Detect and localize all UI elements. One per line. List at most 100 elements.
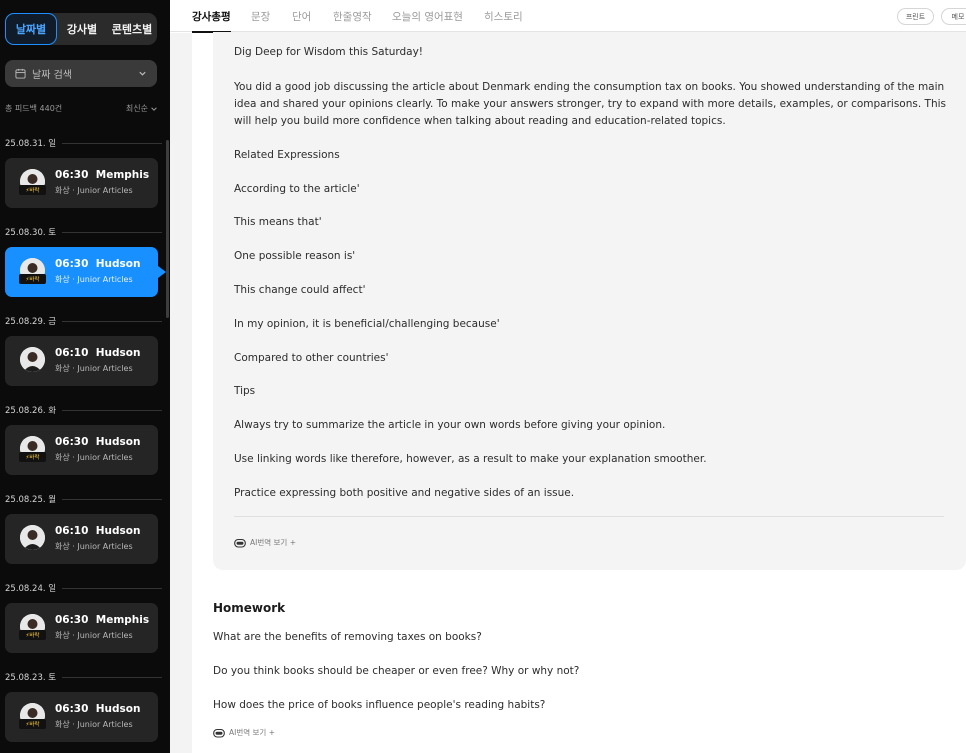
tab-todays-expression[interactable]: 오늘의 영어표현	[392, 9, 463, 24]
ai-robot-icon	[213, 728, 225, 738]
date-label: 25.08.25. 월	[5, 495, 57, 505]
content-gutter	[170, 33, 192, 753]
lesson-time: 06:30	[55, 258, 89, 270]
lesson-time-tutor: 06:30 Hudson	[55, 258, 140, 270]
date-search-dropdown[interactable]: 날짜 검색	[5, 60, 157, 87]
divider	[62, 587, 162, 589]
calendar-icon	[15, 68, 26, 79]
ai-robot-icon	[234, 538, 246, 548]
feedback-expression: This change could affect'	[234, 284, 366, 296]
date-separator: 25.08.30. 토	[5, 226, 162, 238]
lesson-time: 06:10	[55, 525, 89, 537]
lesson-badge: ⚡바락	[19, 274, 46, 284]
date-separator: 25.08.25. 월	[5, 493, 162, 505]
lesson-time: 06:30	[55, 169, 89, 181]
sort-dropdown[interactable]: 최신순	[126, 103, 158, 114]
date-separator: 25.08.23. 토	[5, 671, 162, 683]
feedback-expression: According to the article'	[234, 183, 360, 195]
lesson-subtitle: 화상 · Junior Articles	[55, 453, 133, 462]
app: 날짜별 강사별 콘텐츠별 날짜 검색 총 피드백 440건 최신순 25.08.…	[0, 0, 966, 753]
feedback-tip: Use linking words like therefore, howeve…	[234, 453, 707, 465]
lesson-badge: ⚡바락	[19, 719, 46, 729]
divider	[62, 231, 162, 233]
chevron-down-icon	[151, 106, 157, 111]
memo-button[interactable]: 메모	[941, 8, 966, 25]
date-label: 25.08.31. 일	[5, 139, 57, 149]
sort-label: 최신순	[125, 104, 148, 113]
date-label: 25.08.30. 토	[5, 228, 57, 238]
feedback-ai-translate-button[interactable]: AI번역 보기 +	[234, 537, 296, 548]
tutor-name: Memphis	[95, 614, 150, 626]
lesson-card[interactable]: ⚡바락 06:30 Memphis 화상 · Junior Articles	[5, 158, 158, 208]
feedback-section-heading: Tips	[234, 385, 256, 397]
lesson-card[interactable]: 06:10 Hudson 화상 · Junior Articles	[5, 514, 158, 564]
divider	[62, 409, 162, 411]
lesson-card[interactable]: ⚡바락 06:30 Memphis 화상 · Junior Articles	[5, 603, 158, 653]
tab-by-date[interactable]: 날짜별	[5, 13, 57, 45]
tutor-name: Memphis	[95, 169, 150, 181]
date-separator: 25.08.29. 금	[5, 315, 162, 327]
date-search-label: 날짜 검색	[32, 70, 72, 81]
lesson-time-tutor: 06:30 Hudson	[55, 703, 140, 715]
divider	[234, 516, 944, 517]
lesson-time-tutor: 06:30 Memphis	[55, 614, 149, 626]
sidebar: 날짜별 강사별 콘텐츠별 날짜 검색 총 피드백 440건 최신순 25.08.…	[0, 0, 170, 753]
ai-translate-label: AI번역 보기 +	[250, 538, 296, 547]
lesson-time: 06:30	[55, 614, 89, 626]
tutor-name: Hudson	[95, 347, 141, 359]
sidebar-scrollbar[interactable]	[166, 140, 169, 318]
feedback-tip: Always try to summarize the article in y…	[234, 419, 666, 431]
tab-by-content[interactable]: 콘텐츠별	[107, 13, 157, 45]
lesson-time: 06:30	[55, 703, 89, 715]
tab-words[interactable]: 단어	[292, 9, 311, 24]
date-label: 25.08.24. 일	[5, 584, 57, 594]
feedback-expression: One possible reason is'	[234, 250, 356, 262]
feedback-total: 총 피드백 440건	[5, 104, 63, 113]
top-nav: 강사총평 문장 단어 한줄영작 오늘의 영어표현 히스토리 프린트 메모	[170, 0, 966, 33]
tab-by-tutor[interactable]: 강사별	[57, 13, 107, 45]
feedback-headline: Dig Deep for Wisdom this Saturday!	[234, 46, 424, 58]
lesson-card[interactable]: 06:10 Hudson 화상 · Junior Articles	[5, 336, 158, 386]
homework-title: Homework	[213, 601, 286, 615]
avatar	[20, 347, 45, 372]
tutor-name: Hudson	[95, 258, 141, 270]
print-button[interactable]: 프린트	[897, 8, 934, 25]
feedback-tip: Practice expressing both positive and ne…	[234, 487, 575, 499]
lesson-time: 06:30	[55, 436, 89, 448]
divider	[62, 676, 162, 678]
tab-sentences[interactable]: 문장	[251, 9, 270, 24]
lesson-time-tutor: 06:10 Hudson	[55, 525, 140, 537]
lesson-subtitle: 화상 · Junior Articles	[55, 631, 133, 640]
tab-tutor-review[interactable]: 강사총평	[192, 9, 231, 33]
ai-translate-label: AI번역 보기 +	[229, 728, 275, 737]
tab-history[interactable]: 히스토리	[484, 9, 523, 24]
view-mode-tabs: 날짜별 강사별 콘텐츠별	[5, 13, 157, 45]
lesson-time: 06:10	[55, 347, 89, 359]
feedback-count-row: 총 피드백 440건 최신순	[5, 103, 158, 114]
date-label: 25.08.23. 토	[5, 673, 57, 683]
date-label: 25.08.29. 금	[5, 317, 57, 327]
lesson-card[interactable]: ⚡바락 06:30 Hudson 화상 · Junior Articles	[5, 692, 158, 742]
chevron-down-icon	[138, 69, 147, 78]
homework-ai-translate-button[interactable]: AI번역 보기 +	[213, 727, 275, 738]
feedback-summary: You did a good job discussing the articl…	[234, 81, 946, 127]
date-label: 25.08.26. 화	[5, 406, 57, 416]
divider	[62, 320, 162, 322]
tutor-name: Hudson	[95, 703, 141, 715]
feedback-expression: This means that'	[234, 216, 322, 228]
lesson-subtitle: 화상 · Junior Articles	[55, 275, 133, 284]
lesson-badge: ⚡바락	[19, 630, 46, 640]
lesson-card[interactable]: ⚡바락 06:30 Hudson 화상 · Junior Articles	[5, 247, 166, 297]
lesson-time-tutor: 06:30 Hudson	[55, 436, 140, 448]
lesson-subtitle: 화상 · Junior Articles	[55, 364, 133, 373]
homework-question: How does the price of books influence pe…	[213, 699, 546, 711]
tab-one-line-composition[interactable]: 한줄영작	[333, 9, 372, 24]
lesson-card[interactable]: ⚡바락 06:30 Hudson 화상 · Junior Articles	[5, 425, 158, 475]
lesson-badge: ⚡바락	[19, 452, 46, 462]
tutor-name: Hudson	[95, 436, 141, 448]
date-separator: 25.08.24. 일	[5, 582, 162, 594]
tutor-name: Hudson	[95, 525, 141, 537]
feedback-expression: Compared to other countries'	[234, 352, 389, 364]
date-separator: 25.08.26. 화	[5, 404, 162, 416]
homework-question: Do you think books should be cheaper or …	[213, 665, 580, 677]
